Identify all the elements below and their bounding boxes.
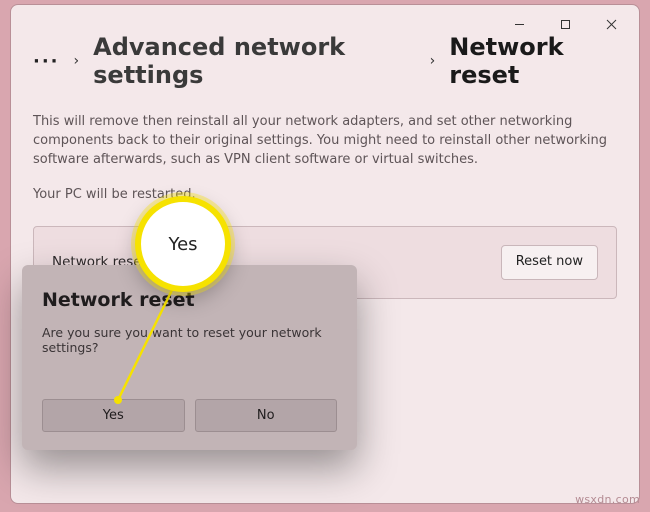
chevron-right-icon: › [430,53,436,69]
no-button[interactable]: No [195,399,338,432]
dialog-buttons: Yes No [42,399,337,432]
description-text: This will remove then reinstall all your… [33,113,617,170]
breadcrumb-parent[interactable]: Advanced network settings [93,33,416,89]
confirm-dialog: Network reset Are you sure you want to r… [22,265,357,450]
annotation-zoom-circle: Yes [135,196,231,292]
breadcrumb-current: Network reset [449,33,617,89]
reset-now-button[interactable]: Reset now [501,245,598,280]
breadcrumb: ··· › Advanced network settings › Networ… [11,33,639,95]
watermark: wsxdn.com [575,493,640,506]
dialog-title: Network reset [42,289,337,311]
dialog-message: Are you sure you want to reset your netw… [42,325,337,399]
yes-button[interactable]: Yes [42,399,185,432]
restart-notice: Your PC will be restarted. [33,186,617,205]
breadcrumb-overflow[interactable]: ··· [33,51,60,72]
chevron-right-icon: › [74,53,80,69]
zoom-label: Yes [168,234,197,255]
